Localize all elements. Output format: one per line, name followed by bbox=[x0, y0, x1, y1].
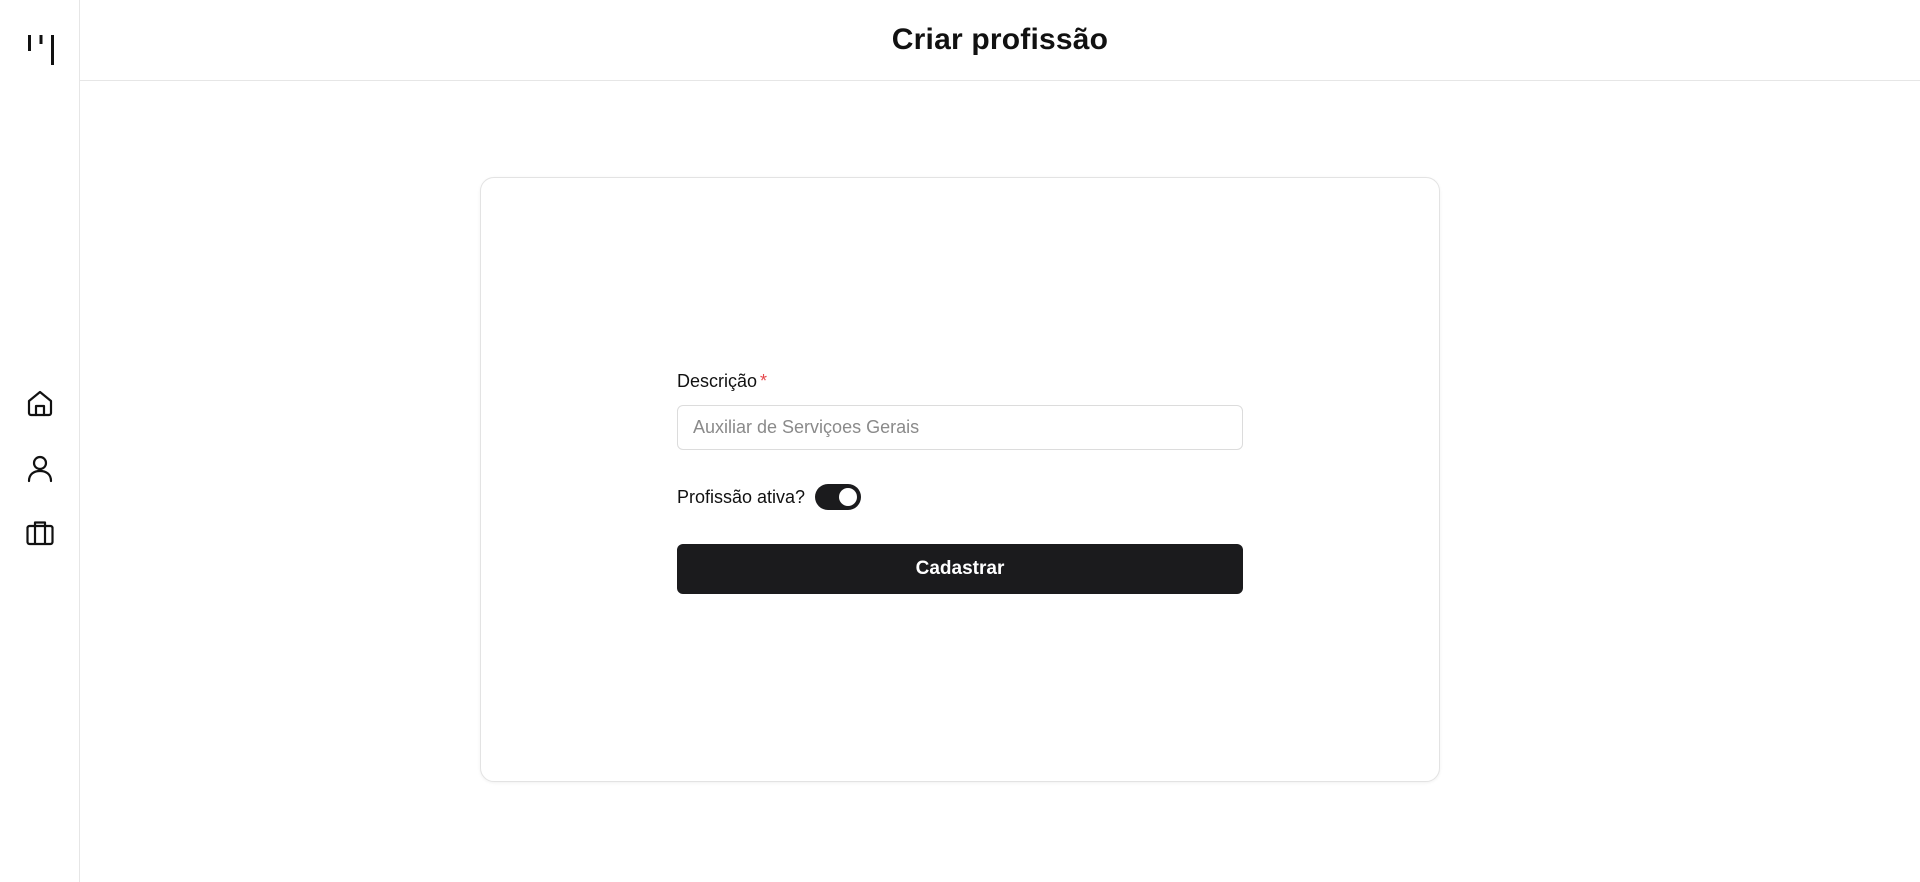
brand-logo-icon[interactable] bbox=[26, 33, 56, 67]
active-toggle-row: Profissão ativa? bbox=[677, 483, 1243, 511]
required-marker: * bbox=[760, 371, 768, 391]
description-input[interactable] bbox=[677, 405, 1243, 450]
create-profession-form: Descrição* Profissão ativa? Cadastrar bbox=[677, 368, 1243, 594]
active-toggle[interactable] bbox=[815, 484, 862, 510]
toggle-knob bbox=[839, 488, 858, 506]
description-label-text: Descrição bbox=[677, 371, 758, 391]
sidebar-item-professions[interactable] bbox=[0, 500, 80, 565]
sidebar-nav bbox=[0, 370, 80, 565]
app-root: Criar profissão Descrição* Profissão ati… bbox=[0, 0, 1920, 882]
page-title: Criar profissão bbox=[891, 23, 1109, 56]
sidebar-item-users[interactable] bbox=[0, 435, 80, 500]
submit-button[interactable]: Cadastrar bbox=[677, 544, 1243, 594]
sidebar bbox=[0, 0, 80, 882]
active-toggle-label: Profissão ativa? bbox=[677, 487, 806, 507]
briefcase-icon bbox=[26, 520, 54, 545]
home-icon bbox=[27, 390, 53, 416]
user-icon bbox=[27, 455, 53, 482]
sidebar-item-home[interactable] bbox=[0, 370, 80, 435]
page-header: Criar profissão bbox=[80, 0, 1920, 81]
description-label: Descrição * bbox=[677, 368, 1243, 394]
